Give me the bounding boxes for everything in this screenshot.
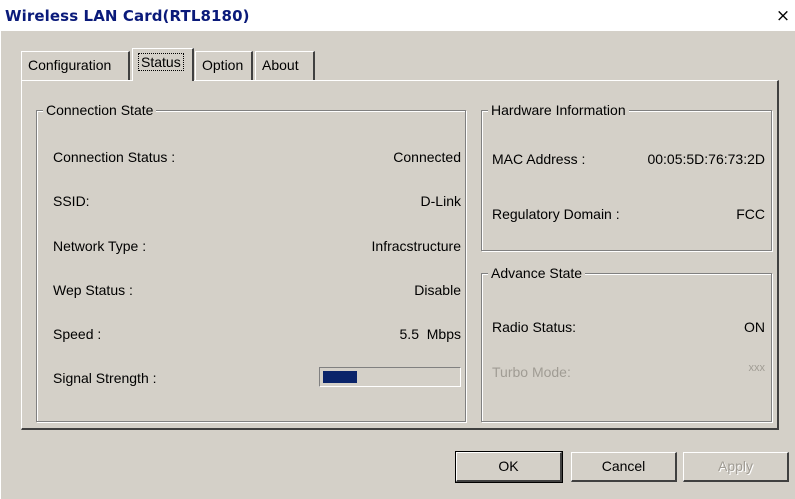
apply-button[interactable]: Apply [683, 452, 789, 482]
hardware-information-title: Hardware Information [488, 101, 629, 119]
ok-button[interactable]: OK [455, 451, 563, 483]
advance-state-group: Advance State Radio Status: ON Turbo Mod… [481, 264, 772, 422]
network-type-value: Infracstructure [371, 238, 461, 254]
tab-about-label: About [262, 57, 299, 73]
regulatory-domain-value: FCC [736, 206, 765, 222]
regulatory-domain-label: Regulatory Domain : [492, 206, 620, 222]
signal-strength-label: Signal Strength : [53, 370, 157, 386]
mac-address-label: MAC Address : [492, 151, 586, 167]
connection-state-title: Connection State [43, 101, 157, 119]
connection-status-value: Connected [393, 149, 461, 165]
wep-status-label: Wep Status : [53, 282, 133, 298]
mac-address-value: 00:05:5D:76:73:2D [647, 151, 765, 167]
network-type-label: Network Type : [53, 238, 147, 254]
wep-status-value: Disable [414, 282, 461, 298]
signal-strength-bar [319, 367, 461, 387]
connection-state-group: Connection State Connection Status : Con… [36, 101, 466, 422]
close-icon[interactable]: × [773, 7, 793, 27]
turbo-mode-value: xxx [748, 362, 766, 374]
tab-option[interactable]: Option [195, 51, 253, 80]
connection-status-label: Connection Status : [53, 149, 176, 165]
tab-configuration-label: Configuration [28, 57, 112, 73]
advance-state-title: Advance State [488, 264, 586, 282]
hardware-information-group: Hardware Information MAC Address : 00:05… [481, 101, 772, 251]
speed-label: Speed : [53, 326, 102, 342]
tab-status-label: Status [138, 53, 184, 71]
cancel-button[interactable]: Cancel [571, 452, 677, 482]
turbo-mode-label: Turbo Mode: [492, 364, 571, 380]
ssid-label: SSID: [53, 193, 90, 209]
ssid-value: D-Link [420, 193, 461, 209]
tab-status[interactable]: Status [132, 48, 194, 81]
radio-status-value: ON [744, 319, 765, 335]
tab-option-label: Option [202, 57, 244, 73]
dialog-window: Wireless LAN Card(RTL8180) × Configurati… [0, 0, 795, 499]
status-tab-panel: Connection State Connection Status : Con… [21, 80, 779, 430]
signal-strength-fill [323, 371, 357, 383]
tab-configuration[interactable]: Configuration [21, 51, 130, 80]
tab-about[interactable]: About [255, 51, 315, 80]
speed-value: 5.5 Mbps [399, 326, 461, 342]
title-bar[interactable]: Wireless LAN Card(RTL8180) × [1, 1, 795, 31]
radio-status-label: Radio Status: [492, 319, 577, 335]
window-title: Wireless LAN Card(RTL8180) [5, 7, 250, 25]
